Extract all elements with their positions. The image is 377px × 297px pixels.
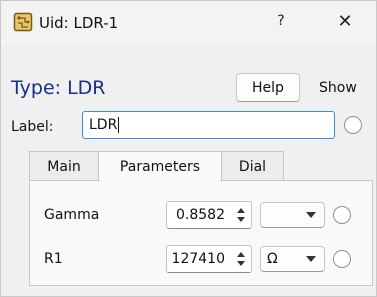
chevron-down-icon	[306, 212, 316, 218]
tab-main[interactable]: Main	[29, 151, 99, 181]
gamma-unit-combo[interactable]	[260, 202, 325, 228]
label-input-value: LDR	[89, 117, 118, 133]
dialog-window: Uid: LDR-1 ? ✕ Type: LDR Help Show Label…	[0, 0, 377, 297]
param-label-r1: R1	[44, 251, 63, 267]
r1-value: 127410	[171, 251, 225, 267]
close-button[interactable]: ✕	[335, 11, 355, 32]
component-type-title: Type: LDR	[11, 77, 106, 99]
r1-unit-combo[interactable]: Ω	[260, 246, 325, 272]
component-board-icon	[13, 12, 33, 32]
r1-unit-value: Ω	[267, 251, 278, 267]
r1-show-radio[interactable]	[333, 250, 351, 268]
title-bar: Uid: LDR-1 ? ✕	[1, 1, 376, 45]
gamma-spinbox[interactable]: 0.8582	[166, 201, 252, 229]
tab-parameters[interactable]: Parameters	[98, 151, 222, 182]
param-label-gamma: Gamma	[44, 207, 100, 223]
show-label-radio[interactable]	[344, 116, 362, 134]
r1-spinbox[interactable]: 127410	[166, 245, 252, 273]
gamma-show-radio[interactable]	[333, 206, 351, 224]
spin-arrows-icon[interactable]	[234, 205, 248, 225]
show-label: Show	[319, 80, 357, 96]
parameters-panel: Gamma 0.8582 R1 127410 Ω	[29, 180, 373, 286]
chevron-down-icon	[306, 256, 316, 262]
label-input[interactable]: LDR	[82, 111, 335, 139]
label-caption: Label:	[11, 119, 54, 135]
spin-arrows-icon[interactable]	[234, 249, 248, 269]
help-button[interactable]: Help	[236, 73, 300, 102]
gamma-value: 0.8582	[176, 207, 225, 223]
text-caret	[118, 117, 120, 133]
tab-dial[interactable]: Dial	[221, 151, 284, 181]
context-help-button[interactable]: ?	[273, 13, 289, 29]
window-title: Uid: LDR-1	[39, 14, 119, 32]
